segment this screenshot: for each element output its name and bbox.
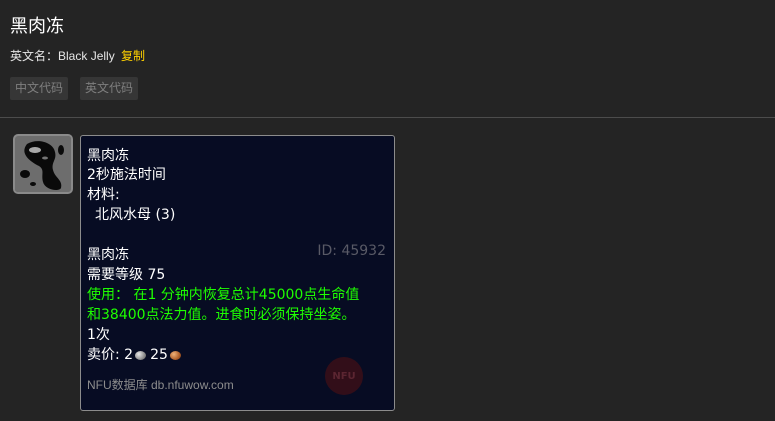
black-jelly-item-icon[interactable] xyxy=(13,134,73,194)
item-tooltip: 黑肉冻 2秒施法时间 材料: 北风水母 (3) 黑肉冻 ID: 45932 需要… xyxy=(80,135,395,411)
chinese-code-button[interactable]: 中文代码 xyxy=(10,77,69,100)
use-effect-line-2: 和38400点法力值。进食时必须保持坐姿。 xyxy=(87,307,356,323)
sell-price: 卖价: 2 25 xyxy=(87,344,185,364)
english-code-button[interactable]: 英文代码 xyxy=(80,77,139,100)
materials-label: 材料: xyxy=(87,187,120,203)
sell-price-label: 卖价: xyxy=(87,347,125,363)
copper-coin-icon xyxy=(169,350,181,360)
silver-coin-icon xyxy=(135,350,147,360)
cast-time: 2秒施法时间 xyxy=(87,167,166,183)
english-name-value: Black Jelly xyxy=(58,49,115,63)
item-name: 黑肉冻 xyxy=(87,247,129,263)
use-effect-line-1: 使用： 在1 分钟内恢复总计45000点生命值 xyxy=(87,287,360,303)
copper-amount: 25 xyxy=(150,347,168,363)
nfu-logo: NFU xyxy=(325,357,363,395)
source-credit: NFU数据库 db.nfuwow.com xyxy=(87,378,234,392)
recipe-name: 黑肉冻 xyxy=(87,148,129,164)
divider xyxy=(0,117,775,118)
charges: 1次 xyxy=(87,327,110,343)
english-name-row: 英文名：Black Jelly 复制 xyxy=(10,47,145,64)
english-name-label: 英文名： xyxy=(10,49,59,63)
page-title: 黑肉冻 xyxy=(10,16,64,37)
copy-link[interactable]: 复制 xyxy=(121,49,145,63)
item-id: ID: 45932 xyxy=(317,243,386,259)
required-level: 需要等级 75 xyxy=(87,267,166,283)
jelly-blob-icon xyxy=(15,136,71,192)
silver-amount: 2 xyxy=(124,347,134,363)
material-item[interactable]: 北风水母 (3) xyxy=(95,204,175,224)
